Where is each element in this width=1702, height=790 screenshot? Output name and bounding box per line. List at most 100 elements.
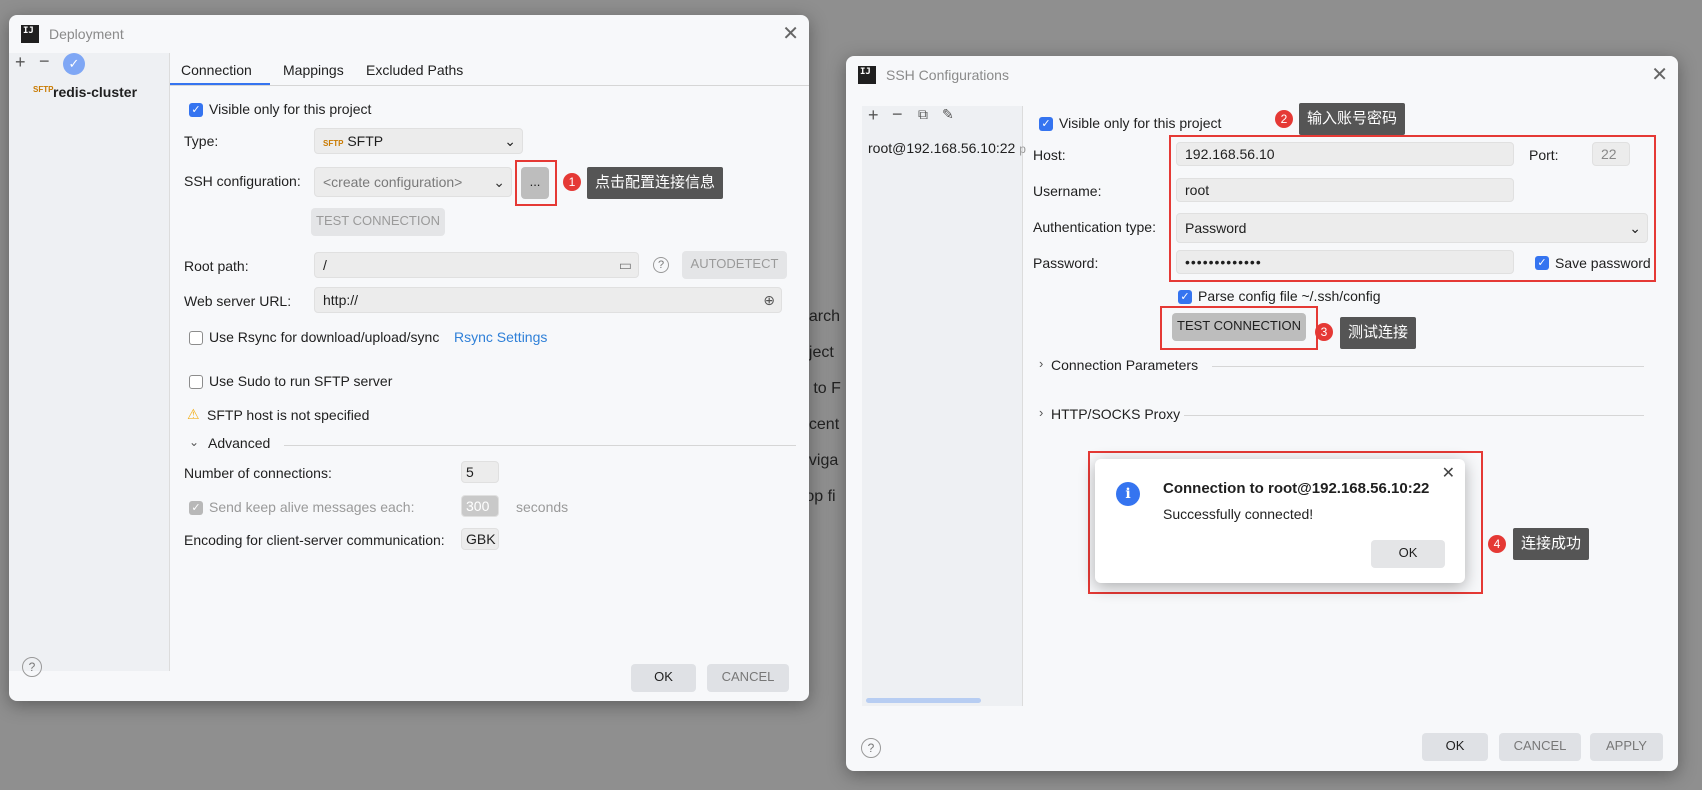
intellij-logo-icon: IJ _ xyxy=(21,25,39,46)
visible-only-label: Visible only for this project xyxy=(1059,115,1222,131)
help-icon[interactable]: ? xyxy=(653,257,669,273)
ssh-config-select[interactable]: <create configuration> ⌄ xyxy=(314,167,512,197)
sudo-checkbox[interactable] xyxy=(189,375,203,389)
window-title: SSH Configurations xyxy=(886,67,1009,83)
annotation-tooltip-4: 连接成功 xyxy=(1513,528,1590,560)
chevron-down-icon[interactable]: ⌄ xyxy=(189,435,199,449)
help-button[interactable]: ? xyxy=(861,738,881,758)
advanced-section-header[interactable]: Advanced xyxy=(208,435,270,451)
folder-icon[interactable]: ▭ xyxy=(619,253,632,277)
apply-button[interactable]: APPLY xyxy=(1590,733,1663,761)
sftp-type-icon: SFTP xyxy=(323,139,344,148)
default-server-check-icon[interactable]: ✓ xyxy=(63,53,85,75)
popup-message: Successfully connected! xyxy=(1163,506,1314,522)
visible-only-checkbox[interactable]: ✓ xyxy=(189,103,203,117)
window-title: Deployment xyxy=(49,26,124,42)
web-url-input[interactable]: http:// ⊕ xyxy=(314,287,782,313)
deployment-dialog: IJ _ Deployment ✕ + − ✓ SFTP redis-cluste… xyxy=(9,15,809,701)
ok-button[interactable]: OK xyxy=(1422,733,1488,761)
web-url-label: Web server URL: xyxy=(184,293,292,309)
ssh-list-item[interactable]: root@192.168.56.10:22 p xyxy=(868,140,1026,156)
test-connection-button[interactable]: TEST CONNECTION xyxy=(311,208,445,236)
auth-type-label: Authentication type: xyxy=(1033,219,1156,235)
root-path-input[interactable]: / ▭ xyxy=(314,252,639,278)
advanced-divider xyxy=(284,445,796,446)
popup-ok-button[interactable]: OK xyxy=(1371,540,1445,568)
popup-title: Connection to root@192.168.56.10:22 xyxy=(1163,480,1430,497)
title-bar: IJ _ Deployment ✕ xyxy=(9,15,809,53)
visible-only-label: Visible only for this project xyxy=(209,101,372,117)
ssh-list-item-suffix: p xyxy=(1019,142,1026,156)
conn-params-divider xyxy=(1212,366,1644,367)
chevron-down-icon: ⌄ xyxy=(493,174,505,190)
type-value: SFTP xyxy=(347,133,384,149)
intellij-logo-icon: IJ _ xyxy=(858,66,876,87)
sudo-label: Use Sudo to run SFTP server xyxy=(209,373,393,389)
close-icon[interactable]: ✕ xyxy=(1442,463,1455,483)
remove-icon[interactable]: − xyxy=(892,104,903,125)
rsync-checkbox[interactable] xyxy=(189,331,203,345)
type-select[interactable]: SFTP SFTP ⌄ xyxy=(314,128,523,154)
annotation-badge-2: 2 xyxy=(1275,110,1293,128)
annotation-tooltip-3: 测试连接 xyxy=(1340,317,1417,349)
annotation-box-2 xyxy=(1169,135,1656,282)
server-list-item[interactable]: SFTP redis-cluster xyxy=(33,83,163,105)
ssh-config-label: SSH configuration: xyxy=(184,173,301,189)
connections-input[interactable]: 5 xyxy=(461,461,499,483)
title-bar: IJ _ SSH Configurations ✕ xyxy=(846,56,1678,94)
remove-icon[interactable]: − xyxy=(39,51,50,72)
copy-icon[interactable]: ⧉ xyxy=(918,106,928,123)
encoding-label: Encoding for client-server communication… xyxy=(184,532,445,548)
rsync-settings-link[interactable]: Rsync Settings xyxy=(454,329,547,345)
close-icon[interactable]: ✕ xyxy=(782,21,799,46)
server-name: redis-cluster xyxy=(53,84,138,100)
chevron-down-icon: ⌄ xyxy=(504,133,516,149)
help-button[interactable]: ? xyxy=(22,657,42,677)
sftp-icon: SFTP xyxy=(33,85,54,94)
annotation-badge-3: 3 xyxy=(1315,323,1333,341)
chevron-right-icon[interactable]: › xyxy=(1039,356,1043,371)
add-icon[interactable]: + xyxy=(15,52,26,73)
annotation-box-3 xyxy=(1160,306,1318,350)
host-label: Host: xyxy=(1033,147,1066,163)
cancel-button[interactable]: CANCEL xyxy=(707,664,789,692)
keepalive-unit: seconds xyxy=(516,499,569,515)
web-url-value: http:// xyxy=(323,292,359,308)
annotation-badge-1: 1 xyxy=(563,173,581,191)
add-icon[interactable]: + xyxy=(868,105,879,126)
visible-only-checkbox[interactable]: ✓ xyxy=(1039,117,1053,131)
warning-icon: ⚠ xyxy=(187,406,200,422)
chevron-right-icon[interactable]: › xyxy=(1039,405,1043,420)
encoding-select[interactable]: GBK xyxy=(461,528,499,550)
tab-excluded-paths[interactable]: Excluded Paths xyxy=(366,62,463,78)
ssh-configurations-dialog: IJ _ SSH Configurations ✕ + − ⧉ ✎ root@19… xyxy=(846,56,1678,771)
root-path-value: / xyxy=(323,257,327,273)
tab-connection[interactable]: Connection xyxy=(181,62,252,78)
connection-parameters-header[interactable]: Connection Parameters xyxy=(1051,357,1198,373)
edit-icon[interactable]: ✎ xyxy=(942,106,954,123)
server-list-sidebar: + − ✓ SFTP redis-cluster xyxy=(9,51,170,671)
proxy-divider xyxy=(1184,415,1644,416)
autodetect-button[interactable]: AUTODETECT xyxy=(682,251,787,279)
annotation-box-1 xyxy=(515,160,557,206)
close-icon[interactable]: ✕ xyxy=(1651,62,1668,87)
ssh-config-value: <create configuration> xyxy=(323,174,463,190)
globe-icon[interactable]: ⊕ xyxy=(763,288,775,312)
keepalive-checkbox[interactable]: ✓ xyxy=(189,501,203,515)
keepalive-input[interactable]: 300 xyxy=(461,495,499,517)
ssh-list-sidebar: + − ⧉ ✎ root@192.168.56.10:22 p xyxy=(862,104,1026,706)
parse-config-label: Parse config file ~/.ssh/config xyxy=(1198,288,1381,304)
warning-text: SFTP host is not specified xyxy=(207,407,370,423)
parse-config-checkbox[interactable]: ✓ xyxy=(1178,290,1192,304)
cancel-button[interactable]: CANCEL xyxy=(1499,733,1581,761)
rsync-label: Use Rsync for download/upload/sync xyxy=(209,329,440,345)
ok-button[interactable]: OK xyxy=(631,664,696,692)
tab-mappings[interactable]: Mappings xyxy=(283,62,344,78)
ssh-list-item-label: root@192.168.56.10:22 xyxy=(868,140,1016,156)
annotation-tooltip-2: 输入账号密码 xyxy=(1299,103,1406,135)
annotation-tooltip-1: 点击配置连接信息 xyxy=(587,167,724,199)
root-path-label: Root path: xyxy=(184,258,249,274)
connections-label: Number of connections: xyxy=(184,465,332,481)
horizontal-scrollbar[interactable] xyxy=(866,698,981,703)
proxy-header[interactable]: HTTP/SOCKS Proxy xyxy=(1051,406,1180,422)
